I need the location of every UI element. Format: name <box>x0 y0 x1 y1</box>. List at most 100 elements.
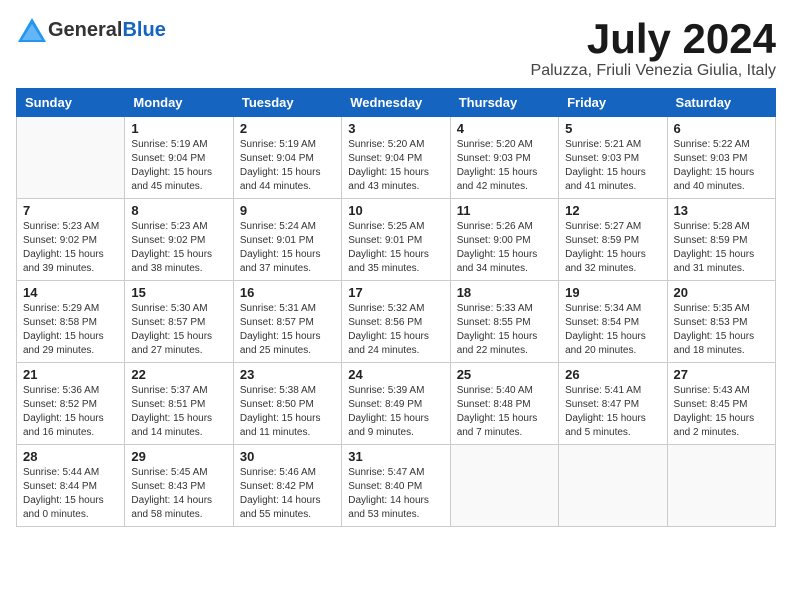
location-title: Paluzza, Friuli Venezia Giulia, Italy <box>531 62 776 80</box>
calendar-header-row: SundayMondayTuesdayWednesdayThursdayFrid… <box>17 89 776 117</box>
day-number: 31 <box>348 449 443 464</box>
calendar-cell: 24 Sunrise: 5:39 AM Sunset: 8:49 PM Dayli… <box>342 363 450 445</box>
day-info: Sunrise: 5:31 AM Sunset: 8:57 PM Dayligh… <box>240 302 335 358</box>
calendar-week-row: 14 Sunrise: 5:29 AM Sunset: 8:58 PM Dayli… <box>17 281 776 363</box>
day-info: Sunrise: 5:19 AM Sunset: 9:04 PM Dayligh… <box>131 138 226 194</box>
day-number: 7 <box>23 203 118 218</box>
day-number: 29 <box>131 449 226 464</box>
day-info: Sunrise: 5:27 AM Sunset: 8:59 PM Dayligh… <box>565 220 660 276</box>
day-info: Sunrise: 5:25 AM Sunset: 9:01 PM Dayligh… <box>348 220 443 276</box>
day-number: 20 <box>674 285 769 300</box>
calendar-cell <box>667 445 775 527</box>
calendar-cell: 27Sunrise: 5:43 AM Sunset: 8:45 PM Dayli… <box>667 363 775 445</box>
day-info: Sunrise: 5:21 AM Sunset: 9:03 PM Dayligh… <box>565 138 660 194</box>
logo-blue: Blue <box>122 19 165 41</box>
day-info: Sunrise: 5:20 AM Sunset: 9:03 PM Dayligh… <box>457 138 552 194</box>
calendar-cell: 7Sunrise: 5:23 AM Sunset: 9:02 PM Daylig… <box>17 199 125 281</box>
day-number: 2 <box>240 121 335 136</box>
day-number: 25 <box>457 367 552 382</box>
calendar-week-row: 28 Sunrise: 5:44 AM Sunset: 8:44 PM Dayli… <box>17 445 776 527</box>
day-number: 13 <box>674 203 769 218</box>
calendar-cell: 25 Sunrise: 5:40 AM Sunset: 8:48 PM Dayli… <box>450 363 558 445</box>
calendar-cell: 15 Sunrise: 5:30 AM Sunset: 8:57 PM Dayli… <box>125 281 233 363</box>
title-section: July 2024 Paluzza, Friuli Venezia Giulia… <box>531 16 776 80</box>
day-info: Sunrise: 5:35 AM Sunset: 8:53 PM Dayligh… <box>674 302 769 358</box>
calendar-cell: 13 Sunrise: 5:28 AM Sunset: 8:59 PM Dayli… <box>667 199 775 281</box>
day-number: 21 <box>23 367 118 382</box>
day-number: 22 <box>131 367 226 382</box>
day-info: Sunrise: 5:24 AM Sunset: 9:01 PM Dayligh… <box>240 220 335 276</box>
day-number: 14 <box>23 285 118 300</box>
day-info: Sunrise: 5:45 AM Sunset: 8:43 PM Dayligh… <box>131 466 226 522</box>
day-info: Sunrise: 5:29 AM Sunset: 8:58 PM Dayligh… <box>23 302 118 358</box>
day-number: 18 <box>457 285 552 300</box>
calendar-cell: 21Sunrise: 5:36 AM Sunset: 8:52 PM Dayli… <box>17 363 125 445</box>
calendar-cell: 26Sunrise: 5:41 AM Sunset: 8:47 PM Dayli… <box>559 363 667 445</box>
day-info: Sunrise: 5:47 AM Sunset: 8:40 PM Dayligh… <box>348 466 443 522</box>
calendar-cell: 28 Sunrise: 5:44 AM Sunset: 8:44 PM Dayli… <box>17 445 125 527</box>
day-number: 26 <box>565 367 660 382</box>
logo-icon <box>16 16 48 44</box>
calendar-cell: 12 Sunrise: 5:27 AM Sunset: 8:59 PM Dayli… <box>559 199 667 281</box>
day-info: Sunrise: 5:28 AM Sunset: 8:59 PM Dayligh… <box>674 220 769 276</box>
day-number: 30 <box>240 449 335 464</box>
day-number: 17 <box>348 285 443 300</box>
day-number: 27 <box>674 367 769 382</box>
day-number: 12 <box>565 203 660 218</box>
logo-general: General <box>48 19 122 41</box>
calendar-cell: 16 Sunrise: 5:31 AM Sunset: 8:57 PM Dayli… <box>233 281 341 363</box>
day-info: Sunrise: 5:38 AM Sunset: 8:50 PM Dayligh… <box>240 384 335 440</box>
day-number: 28 <box>23 449 118 464</box>
day-info: Sunrise: 5:37 AM Sunset: 8:51 PM Dayligh… <box>131 384 226 440</box>
day-info: Sunrise: 5:26 AM Sunset: 9:00 PM Dayligh… <box>457 220 552 276</box>
calendar-cell: 31 Sunrise: 5:47 AM Sunset: 8:40 PM Dayli… <box>342 445 450 527</box>
calendar-table: SundayMondayTuesdayWednesdayThursdayFrid… <box>16 88 776 527</box>
calendar-cell <box>450 445 558 527</box>
weekday-header: Tuesday <box>233 89 341 117</box>
day-info: Sunrise: 5:34 AM Sunset: 8:54 PM Dayligh… <box>565 302 660 358</box>
calendar-cell: 11 Sunrise: 5:26 AM Sunset: 9:00 PM Dayli… <box>450 199 558 281</box>
day-number: 15 <box>131 285 226 300</box>
calendar-cell <box>559 445 667 527</box>
day-info: Sunrise: 5:40 AM Sunset: 8:48 PM Dayligh… <box>457 384 552 440</box>
day-info: Sunrise: 5:44 AM Sunset: 8:44 PM Dayligh… <box>23 466 118 522</box>
day-info: Sunrise: 5:39 AM Sunset: 8:49 PM Dayligh… <box>348 384 443 440</box>
day-number: 19 <box>565 285 660 300</box>
calendar-cell: 3Sunrise: 5:20 AM Sunset: 9:04 PM Daylig… <box>342 117 450 199</box>
weekday-header: Wednesday <box>342 89 450 117</box>
weekday-header: Saturday <box>667 89 775 117</box>
calendar-cell: 6Sunrise: 5:22 AM Sunset: 9:03 PM Daylig… <box>667 117 775 199</box>
day-number: 23 <box>240 367 335 382</box>
day-info: Sunrise: 5:46 AM Sunset: 8:42 PM Dayligh… <box>240 466 335 522</box>
calendar-cell: 30 Sunrise: 5:46 AM Sunset: 8:42 PM Dayli… <box>233 445 341 527</box>
calendar-cell: 18 Sunrise: 5:33 AM Sunset: 8:55 PM Dayli… <box>450 281 558 363</box>
weekday-header: Friday <box>559 89 667 117</box>
day-number: 24 <box>348 367 443 382</box>
calendar-cell: 8Sunrise: 5:23 AM Sunset: 9:02 PM Daylig… <box>125 199 233 281</box>
calendar-cell: 29 Sunrise: 5:45 AM Sunset: 8:43 PM Dayli… <box>125 445 233 527</box>
calendar-week-row: 7Sunrise: 5:23 AM Sunset: 9:02 PM Daylig… <box>17 199 776 281</box>
calendar-cell: 1 Sunrise: 5:19 AM Sunset: 9:04 PM Daylig… <box>125 117 233 199</box>
day-info: Sunrise: 5:19 AM Sunset: 9:04 PM Dayligh… <box>240 138 335 194</box>
day-info: Sunrise: 5:30 AM Sunset: 8:57 PM Dayligh… <box>131 302 226 358</box>
calendar-cell: 17 Sunrise: 5:32 AM Sunset: 8:56 PM Dayli… <box>342 281 450 363</box>
day-number: 16 <box>240 285 335 300</box>
calendar-cell: 4Sunrise: 5:20 AM Sunset: 9:03 PM Daylig… <box>450 117 558 199</box>
calendar-cell: 22 Sunrise: 5:37 AM Sunset: 8:51 PM Dayli… <box>125 363 233 445</box>
day-number: 9 <box>240 203 335 218</box>
calendar-cell: 14 Sunrise: 5:29 AM Sunset: 8:58 PM Dayli… <box>17 281 125 363</box>
calendar-week-row: 1 Sunrise: 5:19 AM Sunset: 9:04 PM Daylig… <box>17 117 776 199</box>
calendar-cell: 9 Sunrise: 5:24 AM Sunset: 9:01 PM Daylig… <box>233 199 341 281</box>
weekday-header: Sunday <box>17 89 125 117</box>
calendar-week-row: 21Sunrise: 5:36 AM Sunset: 8:52 PM Dayli… <box>17 363 776 445</box>
day-number: 1 <box>131 121 226 136</box>
weekday-header: Monday <box>125 89 233 117</box>
calendar-cell: 2 Sunrise: 5:19 AM Sunset: 9:04 PM Daylig… <box>233 117 341 199</box>
calendar-cell: 23 Sunrise: 5:38 AM Sunset: 8:50 PM Dayli… <box>233 363 341 445</box>
day-number: 10 <box>348 203 443 218</box>
day-info: Sunrise: 5:32 AM Sunset: 8:56 PM Dayligh… <box>348 302 443 358</box>
page-header: GeneralBlue July 2024 Paluzza, Friuli Ve… <box>16 16 776 80</box>
logo: GeneralBlue <box>16 16 166 44</box>
day-number: 11 <box>457 203 552 218</box>
day-info: Sunrise: 5:33 AM Sunset: 8:55 PM Dayligh… <box>457 302 552 358</box>
